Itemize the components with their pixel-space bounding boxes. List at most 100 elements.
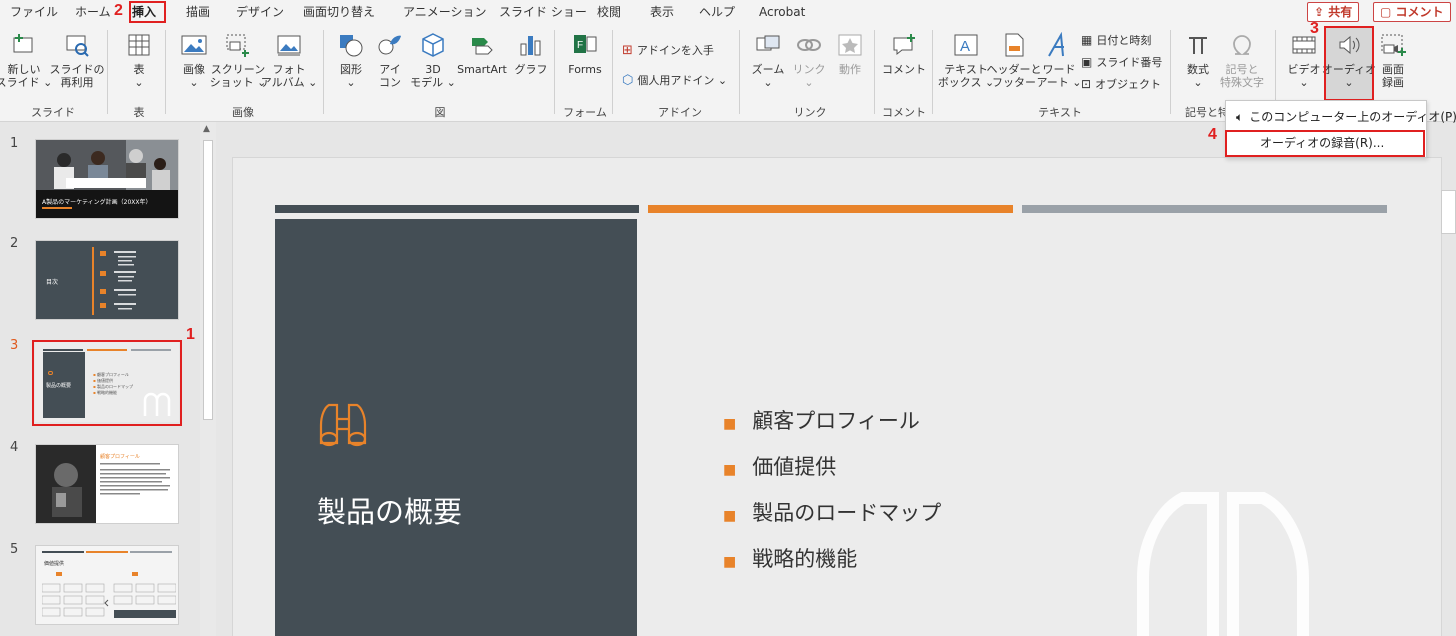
tab-transitions[interactable]: 画面切り替え	[303, 3, 375, 21]
slide-title[interactable]: 製品の概要	[317, 489, 462, 531]
reuse-slide-button[interactable]: スライドの 再利用	[50, 30, 105, 89]
chart-icon	[516, 30, 546, 60]
list-item: ■ 価値提供	[723, 455, 837, 479]
tab-view[interactable]: 表示	[650, 3, 674, 21]
picture-icon	[179, 30, 209, 60]
slide-thumbnail-4[interactable]: 顧客プロフィール	[35, 444, 179, 524]
toc-list-preview	[100, 251, 136, 310]
svg-text:A: A	[960, 38, 970, 55]
slide-number-button[interactable]: ▣ スライド番号	[1081, 53, 1162, 71]
bullet-list[interactable]: ■ 顧客プロフィール ■ 価値提供 ■ 製品のロードマップ ■ 戦略的機能	[723, 400, 941, 584]
pi-icon	[1183, 30, 1213, 60]
ribbon-separator	[554, 30, 555, 114]
list-item: ■ 製品のロードマップ	[723, 501, 942, 525]
3d-models-button[interactable]: 3D モデル ⌄	[410, 30, 456, 89]
scrollbar-thumb[interactable]	[203, 140, 213, 420]
tab-design[interactable]: デザイン	[236, 3, 284, 21]
main-slide[interactable]: 製品の概要 ■ 顧客プロフィール ■ 価値提供 ■ 製品のロードマップ ■ 戦略的機能	[232, 157, 1442, 636]
omega-icon	[1227, 30, 1257, 60]
link-button[interactable]: リンク ⌄	[791, 30, 827, 89]
my-addins-button[interactable]: ⬡ 個人用アドイン ⌄	[622, 71, 727, 89]
share-button[interactable]: ⇪ 共有	[1307, 2, 1360, 22]
group-label-illustrations: 図	[434, 106, 446, 119]
audio-button[interactable]: オーディオ ⌄	[1322, 28, 1376, 100]
top-bar-orange	[648, 205, 1013, 213]
slide-thumbnail-1[interactable]: A製品のマーケティング計画（20XX年）	[35, 139, 179, 219]
tab-draw[interactable]: 描画	[186, 3, 210, 21]
tab-help[interactable]: ヘルプ	[699, 3, 735, 21]
tab-slideshow[interactable]: スライド ショー	[499, 3, 587, 21]
screen-record-icon	[1378, 30, 1408, 60]
chart-button[interactable]: グラフ	[514, 30, 548, 76]
scroll-up-icon[interactable]: ▲	[203, 124, 210, 134]
record-audio-menu-item[interactable]: オーディオの録音(R)...	[1226, 130, 1426, 156]
group-label-forms: フォーム	[563, 106, 607, 119]
binoculars-icon	[319, 403, 367, 447]
object-icon: ⊡	[1081, 77, 1092, 91]
tab-insert[interactable]: 挿入	[132, 3, 157, 23]
tab-file[interactable]: ファイル	[10, 3, 58, 21]
list-item: ■ 顧客プロフィール	[723, 409, 920, 433]
thumb-bullet-list: ▪ 顧客プロフィール ▪ 価値提供 ▪ 製品のロードマップ ▪ 戦略的機能	[93, 372, 133, 395]
value-proposition-diagram	[42, 572, 176, 618]
addin-icon: ⬡	[622, 72, 634, 88]
new-slide-button[interactable]: 新しい スライド ⌄	[0, 30, 52, 89]
slide-thumbnail-2[interactable]: 目次	[35, 240, 179, 320]
slide-number-icon: ▣	[1081, 55, 1093, 69]
wordart-icon	[1044, 30, 1074, 60]
step-3-label: 3	[1310, 20, 1319, 37]
title-panel: 製品の概要	[275, 219, 637, 636]
top-bar-gray	[1022, 205, 1387, 213]
thumb-bar-orange	[87, 349, 127, 351]
tab-review[interactable]: 校閲	[597, 3, 621, 21]
tab-home[interactable]: ホーム	[75, 3, 111, 21]
reuse-slide-icon	[62, 30, 92, 60]
slide-thumbnail-5[interactable]: 価値提供	[35, 545, 179, 625]
ribbon-separator	[323, 30, 324, 114]
smartart-button[interactable]: SmartArt	[456, 30, 508, 76]
binoculars-watermark-icon	[1137, 492, 1309, 636]
menu-bar: ファイル ホーム 挿入 描画 デザイン 画面切り替え アニメーション スライド …	[0, 0, 1456, 24]
table-button[interactable]: 表 ⌄	[119, 30, 159, 89]
thumb-bar-gray	[131, 349, 171, 351]
zoom-icon	[753, 30, 783, 60]
tab-animations[interactable]: アニメーション	[403, 3, 487, 21]
get-addins-button[interactable]: ⊞ アドインを入手	[622, 41, 714, 59]
shapes-button[interactable]: 図形 ⌄	[333, 30, 369, 89]
header-footer-button[interactable]: ヘッダーと フッター	[987, 30, 1042, 89]
audio-dropdown-menu: 🔈︎ このコンピューター上のオーディオ(P)... オーディオの録音(R)...	[1225, 100, 1456, 158]
image-button[interactable]: 画像 ⌄	[176, 30, 212, 89]
binoculars-icon	[48, 371, 53, 375]
photo-album-button[interactable]: フォト アルバム ⌄	[261, 30, 317, 89]
comment-button[interactable]: ▢ コメント	[1373, 2, 1451, 22]
thumbnail-scrollbar[interactable]: ▲	[200, 122, 216, 636]
object-button[interactable]: ⊡ オブジェクト	[1081, 75, 1161, 93]
slide-number: 1	[10, 136, 19, 151]
group-label-links: リンク	[793, 106, 827, 119]
insert-comment-button[interactable]: コメント	[882, 30, 926, 76]
tab-acrobat[interactable]: Acrobat	[759, 3, 805, 21]
equation-button[interactable]: 数式 ⌄	[1179, 30, 1217, 89]
step-4-label: 4	[1208, 126, 1217, 143]
symbol-button[interactable]: 記号と 特殊文字	[1217, 30, 1267, 89]
step-1-label: 1	[186, 326, 195, 343]
screen-recording-button[interactable]: 画面 録画	[1374, 30, 1412, 89]
ribbon-separator	[874, 30, 875, 114]
slide-thumbnail-3[interactable]: 製品の概要 ▪ 顧客プロフィール ▪ 価値提供 ▪ 製品のロードマップ ▪ 戦略…	[35, 342, 179, 422]
shapes-icon	[336, 30, 366, 60]
speaker-icon: 🔈︎	[1236, 110, 1244, 124]
screenshot-button[interactable]: スクリーン ショット ⌄	[210, 30, 266, 89]
zoom-button[interactable]: ズーム ⌄	[749, 30, 787, 89]
video-button[interactable]: ビデオ ⌄	[1284, 30, 1324, 89]
date-time-button[interactable]: ▦ 日付と時刻	[1081, 31, 1151, 49]
store-icon: ⊞	[622, 42, 633, 58]
slide-number: 4	[10, 440, 19, 455]
audio-from-pc-menu-item[interactable]: 🔈︎ このコンピューター上のオーディオ(P)...	[1226, 104, 1456, 130]
forms-button[interactable]: F Forms	[564, 30, 606, 76]
textbox-button[interactable]: A テキスト ボックス ⌄	[938, 30, 994, 89]
ribbon-separator	[932, 30, 933, 114]
action-button[interactable]: 動作	[832, 30, 868, 76]
wordart-button[interactable]: ワード アート ⌄	[1036, 30, 1082, 89]
main-scrollbar-thumb[interactable]	[1441, 190, 1456, 234]
icons-button[interactable]: アイ コン	[373, 30, 407, 89]
